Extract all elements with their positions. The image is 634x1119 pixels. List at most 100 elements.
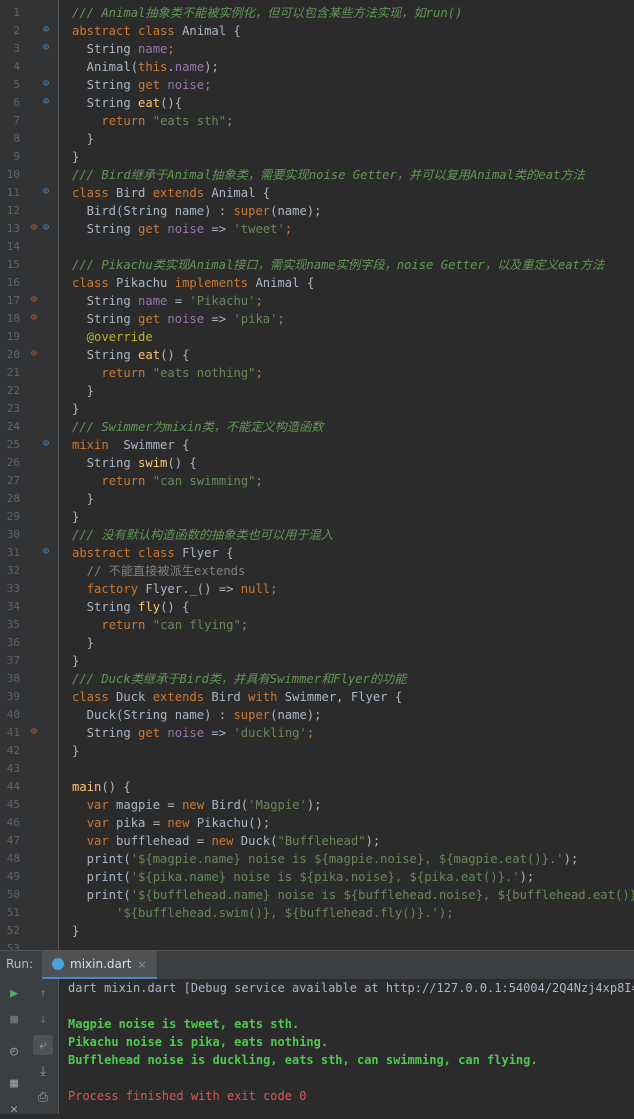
code-line-40: Duck(String name) : super(name); bbox=[72, 708, 322, 722]
code-line-39: class Duck extends Bird with Swimmer, Fl… bbox=[72, 690, 403, 704]
override-marker-icon[interactable]: ⊙ bbox=[28, 348, 40, 360]
implemented-marker-icon[interactable]: ⊙ bbox=[40, 78, 52, 90]
line-number: 51 bbox=[6, 906, 20, 919]
implemented-marker-icon[interactable]: ⊙ bbox=[40, 24, 52, 36]
code-line-13: String get noise => 'tweet'; bbox=[72, 222, 293, 236]
implemented-marker-icon[interactable]: ⊙ bbox=[40, 546, 52, 558]
console-output-line: Pikachu noise is pika, eats nothing. bbox=[68, 1035, 329, 1049]
line-number: 52 bbox=[6, 924, 20, 937]
override-marker-icon[interactable]: ⊙ bbox=[28, 312, 40, 324]
line-number: 20 bbox=[6, 348, 20, 361]
line-number: 6 bbox=[13, 96, 20, 109]
implemented-marker-icon[interactable]: ⊙ bbox=[40, 438, 52, 450]
pin-icon[interactable]: ✕ bbox=[4, 1099, 24, 1119]
line-number: 32 bbox=[6, 564, 20, 577]
code-line-8: } bbox=[72, 132, 95, 146]
console-command-line: dart mixin.dart [Debug service available… bbox=[68, 981, 634, 995]
close-icon[interactable]: × bbox=[138, 958, 147, 971]
print-icon[interactable]: ⎙ bbox=[33, 1087, 53, 1107]
code-line-11: class Bird extends Animal { bbox=[72, 186, 271, 200]
line-number: 25 bbox=[6, 438, 20, 451]
code-line-45: var magpie = new Bird('Magpie'); bbox=[86, 798, 322, 812]
run-tool-window-header: Run: mixin.dart × bbox=[0, 950, 634, 980]
arrow-up-icon[interactable]: ↑ bbox=[33, 983, 53, 1003]
code-line-35: return "can flying"; bbox=[101, 618, 249, 632]
line-number: 14 bbox=[6, 240, 20, 253]
code-line-36: } bbox=[72, 636, 95, 650]
code-line-25: mixin Swimmer { bbox=[72, 438, 190, 452]
code-line-21: return "eats nothing"; bbox=[101, 366, 263, 380]
line-number: 40 bbox=[6, 708, 20, 721]
line-number: 46 bbox=[6, 816, 20, 829]
code-line-48: print('${magpie.name} noise is ${magpie.… bbox=[72, 852, 579, 866]
line-number: 13 bbox=[6, 222, 20, 235]
code-line-38: /// Duck类继承于Bird类，并具有Swimmer和Flyer的功能 bbox=[72, 672, 407, 686]
code-line-41: String get noise => 'duckling'; bbox=[72, 726, 315, 740]
line-number: 41 bbox=[6, 726, 20, 739]
code-line-10: /// Bird继承于Animal抽象类，需要实现noise Getter，并可… bbox=[72, 168, 585, 182]
line-number: 19 bbox=[6, 330, 20, 343]
line-number: 30 bbox=[6, 528, 20, 541]
code-line-30: /// 没有默认构造函数的抽象类也可以用于混入 bbox=[72, 528, 333, 542]
line-number: 3 bbox=[13, 42, 20, 55]
line-number: 8 bbox=[13, 132, 20, 145]
line-number: 4 bbox=[13, 60, 20, 73]
code-line-49: print('${pika.name} noise is ${pika.nois… bbox=[72, 870, 535, 884]
code-line-2: abstract class Animal { bbox=[72, 24, 241, 38]
code-line-44: main() { bbox=[72, 780, 131, 794]
run-toolbar-right: ↑ ↓ ⤶ ⤓ ⎙ bbox=[28, 979, 59, 1114]
code-line-27: return "can swimming"; bbox=[101, 474, 263, 488]
run-console[interactable]: ▶ ■ ◴ ▦ ✕ ↑ ↓ ⤶ ⤓ ⎙ dart mixin.dart [Deb… bbox=[0, 979, 634, 1117]
code-line-9: } bbox=[72, 150, 80, 164]
implemented-marker-icon[interactable]: ⊙ bbox=[40, 42, 52, 54]
implemented-marker-icon[interactable]: ⊙ bbox=[40, 222, 52, 234]
stop-icon[interactable]: ■ bbox=[4, 1009, 24, 1029]
console-output-line: Magpie noise is tweet, eats sth. bbox=[68, 1017, 300, 1031]
line-number: 17 bbox=[6, 294, 20, 307]
run-tab-label: mixin.dart bbox=[70, 957, 132, 971]
line-number: 36 bbox=[6, 636, 20, 649]
code-line-6: String eat(){ bbox=[72, 96, 183, 110]
line-number: 11 bbox=[6, 186, 20, 199]
line-number: 24 bbox=[6, 420, 20, 433]
line-number: 47 bbox=[6, 834, 20, 847]
override-marker-icon[interactable]: ⊙ bbox=[28, 222, 40, 234]
line-number: 26 bbox=[6, 456, 20, 469]
arrow-down-icon[interactable]: ↓ bbox=[33, 1009, 53, 1029]
line-number: 38 bbox=[6, 672, 20, 685]
console-exit-message: Process finished with exit code 0 bbox=[68, 1089, 307, 1103]
soft-wrap-icon[interactable]: ⤶ bbox=[33, 1035, 53, 1055]
line-number: 15 bbox=[6, 258, 20, 271]
override-marker-icon[interactable]: ⊙ bbox=[28, 294, 40, 306]
rerun-icon[interactable]: ▶ bbox=[4, 983, 24, 1003]
layout-icon[interactable]: ▦ bbox=[4, 1073, 24, 1093]
code-line-24: /// Swimmer为mixin类，不能定义构造函数 bbox=[72, 420, 324, 434]
line-number: 21 bbox=[6, 366, 20, 379]
line-number: 53 bbox=[6, 942, 20, 950]
line-number: 16 bbox=[6, 276, 20, 289]
code-line-50: print('${bufflehead.name} noise is ${buf… bbox=[72, 888, 634, 902]
code-line-1: /// Animal抽象类不能被实例化，但可以包含某些方法实现，如run() bbox=[72, 6, 463, 20]
implemented-marker-icon[interactable]: ⊙ bbox=[40, 96, 52, 108]
code-line-28: } bbox=[72, 492, 95, 506]
code-line-46: var pika = new Pikachu(); bbox=[86, 816, 271, 830]
code-line-18: String get noise => 'pika'; bbox=[72, 312, 285, 326]
code-line-47: var bufflehead = new Duck("Bufflehead"); bbox=[86, 834, 381, 848]
scroll-to-end-icon[interactable]: ⤓ bbox=[33, 1061, 53, 1081]
implemented-marker-icon[interactable]: ⊙ bbox=[40, 186, 52, 198]
code-line-15: /// Pikachu类实现Animal接口，需实现name实例字段，noise… bbox=[72, 258, 605, 272]
line-number: 49 bbox=[6, 870, 20, 883]
code-line-16: class Pikachu implements Animal { bbox=[72, 276, 315, 290]
code-line-26: String swim() { bbox=[72, 456, 197, 470]
code-line-34: String fly() { bbox=[72, 600, 190, 614]
override-marker-icon[interactable]: ⊙ bbox=[28, 726, 40, 738]
code-line-19: @override bbox=[72, 330, 153, 344]
code-area[interactable]: /// Animal抽象类不能被实例化，但可以包含某些方法实现，如run() a… bbox=[72, 0, 634, 950]
history-icon[interactable]: ◴ bbox=[4, 1041, 24, 1061]
line-number: 48 bbox=[6, 852, 20, 865]
line-number: 42 bbox=[6, 744, 20, 757]
line-number: 39 bbox=[6, 690, 20, 703]
code-editor[interactable]: 1 2 3 4 5 6 7 8 9 10 11 12 13 14 15 16 17 18 19 20 21 22 23 24 2… bbox=[0, 0, 634, 950]
run-tab-mixin-dart[interactable]: mixin.dart × bbox=[42, 951, 157, 979]
code-line-22: } bbox=[72, 384, 95, 398]
